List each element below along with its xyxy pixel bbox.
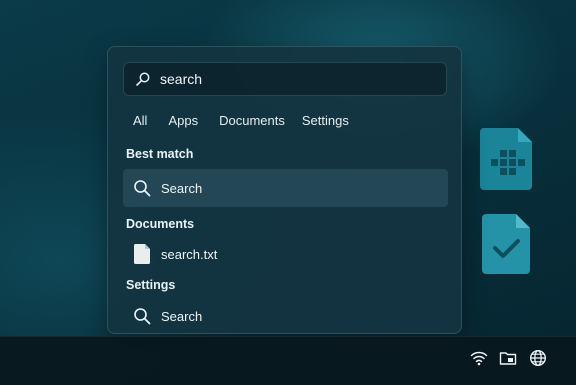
search-icon <box>134 180 151 197</box>
wifi-icon[interactable] <box>470 349 488 367</box>
settings-result-search[interactable]: Search <box>123 297 448 335</box>
result-label: Search <box>161 180 203 196</box>
search-icon <box>136 72 150 86</box>
document-result-search-txt[interactable]: search.txt <box>123 235 448 273</box>
folder-icon[interactable] <box>499 349 517 367</box>
search-icon <box>134 308 151 325</box>
result-label: search.txt <box>161 246 218 262</box>
best-match-heading: Best match <box>126 147 194 161</box>
documents-heading: Documents <box>126 217 195 231</box>
search-box[interactable] <box>123 62 447 96</box>
tab-apps[interactable]: Apps <box>168 113 198 128</box>
filter-tabs: All Apps Documents Settings <box>126 111 349 129</box>
taskbar <box>0 336 576 385</box>
file-icon <box>134 244 150 264</box>
search-panel: All Apps Documents Settings Best match S… <box>107 46 462 334</box>
tab-all[interactable]: All <box>133 113 147 128</box>
result-label: Search <box>161 308 203 324</box>
search-input[interactable] <box>160 69 446 89</box>
desktop-spreadsheet-file-icon[interactable] <box>480 128 532 190</box>
tab-settings[interactable]: Settings <box>302 113 349 128</box>
best-match-search-result[interactable]: Search <box>123 169 448 207</box>
desktop-checked-document-icon[interactable] <box>482 214 530 274</box>
globe-icon[interactable] <box>529 349 547 367</box>
tab-documents[interactable]: Documents <box>219 113 285 128</box>
settings-heading: Settings <box>126 278 176 292</box>
